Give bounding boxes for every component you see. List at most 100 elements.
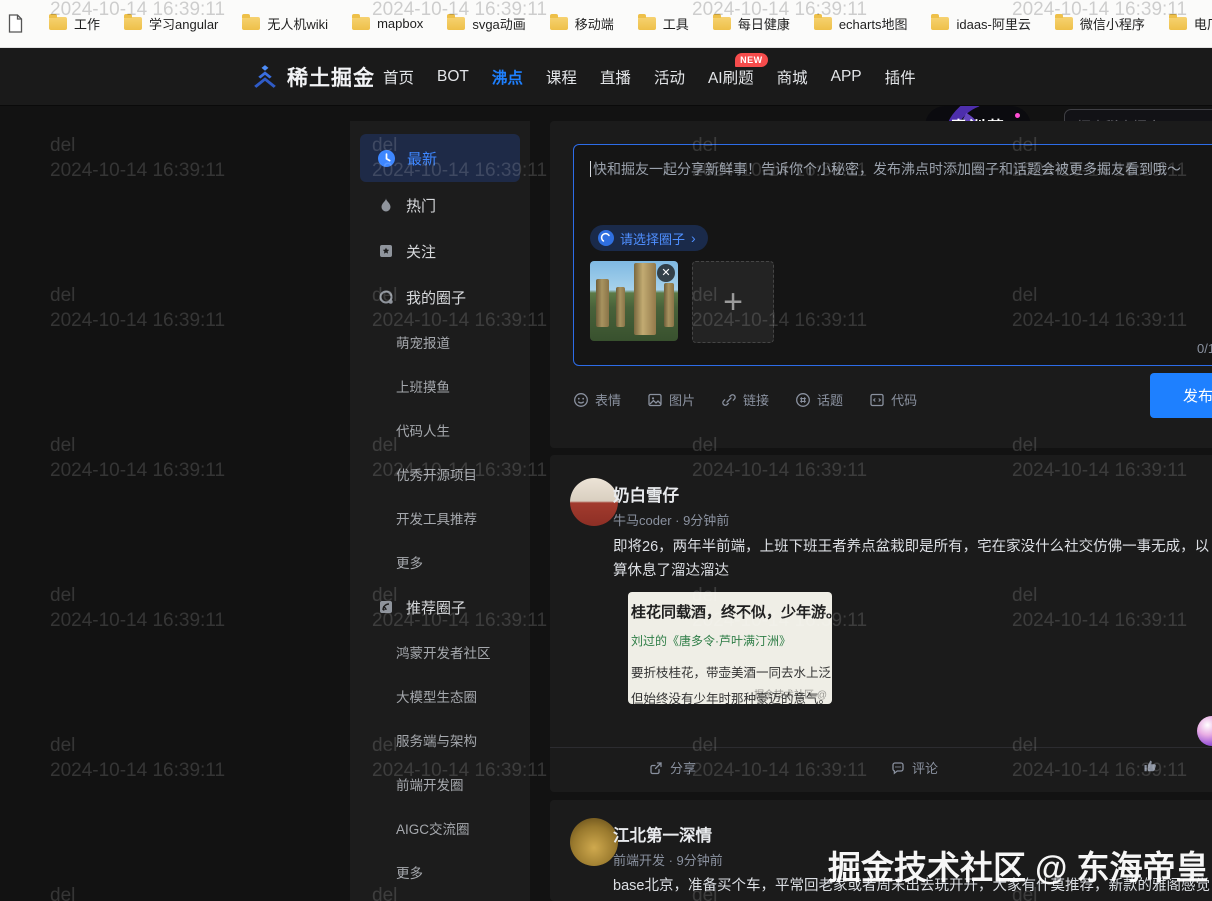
remove-image-button[interactable]: ✕ [657, 264, 675, 282]
sidebar-circle-aigc[interactable]: AIGC交流圈 [350, 806, 530, 850]
thumbs-up-icon [1142, 758, 1158, 774]
logo-text: 稀土掘金 [287, 62, 375, 92]
bookmark-item[interactable]: idaas-阿里云 [931, 14, 1030, 33]
sidebar-item-following[interactable]: 关注 [350, 228, 530, 274]
bookmark-label: 每日健康 [738, 14, 790, 33]
emoji-tool-button[interactable]: 表情 [573, 390, 621, 409]
juejin-logo[interactable]: 稀土掘金 [252, 48, 375, 105]
sidebar-more-recommend[interactable]: 更多 [350, 850, 530, 894]
nav-item-plugin[interactable]: 插件 [885, 66, 916, 88]
folder-icon [352, 17, 370, 30]
sidebar-item-my-circles[interactable]: 我的圈子 [350, 274, 530, 320]
sidebar-circle-pets[interactable]: 萌宠报道 [350, 320, 530, 364]
quote-source-link: 刘过的《唐多令·芦叶满汀洲》 [631, 632, 822, 649]
sidebar-item-recommend-circles[interactable]: 推荐圈子 [350, 584, 530, 630]
nav-item-home[interactable]: 首页 [383, 66, 414, 88]
sidebar-circle-backend[interactable]: 服务端与架构 [350, 718, 530, 762]
editor-toolbar: 表情 图片 链接 话题 代码 [573, 390, 917, 409]
post-meta: 牛马coder · 9分钟前 [613, 510, 729, 529]
bookmark-item[interactable]: 移动端 [550, 14, 614, 33]
bookmark-item[interactable]: mapbox [352, 16, 423, 31]
sidebar-circle-devtools[interactable]: 开发工具推荐 [350, 496, 530, 540]
image-tool-button[interactable]: 图片 [647, 390, 695, 409]
quote-image-card[interactable]: 桂花同载酒，终不似，少年游。 刘过的《唐多令·芦叶满汀洲》 要折枝桂花，带壶美酒… [628, 592, 832, 704]
flame-icon [378, 197, 394, 213]
bookmark-item[interactable]: 工具 [638, 14, 689, 33]
browser-bookmarks-bar: 工作 学习angular 无人机wiki mapbox svga动画 移动端 工… [0, 0, 1212, 48]
bookmark-item[interactable]: 电厂吉林 [1169, 14, 1212, 33]
bookmark-item[interactable]: 微信小程序 [1055, 14, 1145, 33]
nav-item-activity[interactable]: 活动 [654, 66, 685, 88]
nav-item-app[interactable]: APP [831, 68, 862, 86]
sidebar-circle-opensource[interactable]: 优秀开源项目 [350, 452, 530, 496]
nav-item-pins-active[interactable]: 沸点 [492, 66, 523, 88]
bookmark-label: 工具 [663, 14, 689, 33]
bookmark-item[interactable]: svga动画 [447, 14, 525, 33]
comment-button[interactable]: 评论 [890, 758, 938, 777]
avatar[interactable] [570, 818, 618, 866]
thumbnail-art [596, 279, 609, 327]
nav-menu: 首页 BOT 沸点 课程 直播 活动 AI刷题NEW 商城 APP 插件 [383, 48, 916, 105]
tool-label: 链接 [743, 390, 769, 409]
quote-title: 桂花同载酒，终不似，少年游。 [631, 601, 822, 622]
bookmark-label: 微信小程序 [1080, 14, 1145, 33]
sidebar-circle-frontend[interactable]: 前端开发圈 [350, 762, 530, 806]
post-author[interactable]: 奶白雪仔 [613, 482, 679, 506]
folder-icon [638, 17, 656, 30]
post-meta: 前端开发 · 9分钟前 [613, 850, 723, 869]
code-tool-button[interactable]: 代码 [869, 390, 917, 409]
page-icon[interactable] [8, 14, 23, 33]
topic-tool-button[interactable]: 话题 [795, 390, 843, 409]
divider [550, 747, 1212, 748]
sidebar-label: 推荐圈子 [406, 597, 466, 618]
code-icon [869, 392, 885, 408]
attached-image-thumbnail[interactable]: ✕ [590, 261, 678, 341]
bookmark-item[interactable]: 每日健康 [713, 14, 790, 33]
pin-editor-input[interactable]: 快和掘友一起分享新鲜事！告诉你个小秘密，发布沸点时添加圈子和话题会被更多掘友看到… [573, 144, 1212, 366]
bookmark-item[interactable]: 学习angular [124, 14, 218, 33]
avatar[interactable] [570, 478, 618, 526]
sidebar-circle-harmony[interactable]: 鸿蒙开发者社区 [350, 630, 530, 674]
nav-item-shop[interactable]: 商城 [777, 66, 808, 88]
bookmark-item[interactable]: echarts地图 [814, 14, 908, 33]
sidebar-item-latest[interactable]: 最新 [360, 134, 520, 182]
select-circle-button[interactable]: 请选择圈子 › [590, 225, 708, 251]
nav-item-bot[interactable]: BOT [437, 68, 469, 86]
thumbnail-art [616, 287, 625, 327]
bookmark-label: 电厂吉林 [1194, 14, 1212, 33]
publish-button[interactable]: 发布 [1150, 373, 1212, 418]
link-tool-button[interactable]: 链接 [721, 390, 769, 409]
like-button[interactable] [1142, 758, 1158, 774]
text-caret [590, 161, 591, 177]
sidebar-circle-code-life[interactable]: 代码人生 [350, 408, 530, 452]
nav-item-label: AI刷题 [708, 70, 754, 87]
sidebar-circle-llm[interactable]: 大模型生态圈 [350, 674, 530, 718]
new-badge: NEW [735, 53, 768, 67]
bookmark-item[interactable]: 工作 [49, 14, 100, 33]
thumbnail-art [664, 283, 674, 327]
sidebar-item-hot[interactable]: 热门 [350, 182, 530, 228]
circle-icon [378, 289, 394, 305]
folder-icon [550, 17, 568, 30]
nav-item-ai-quiz[interactable]: AI刷题NEW [708, 66, 754, 88]
action-label: 分享 [670, 758, 696, 777]
bookmark-item[interactable]: 无人机wiki [242, 14, 328, 33]
topic-icon [795, 392, 811, 408]
juejin-pins-page: 工作 学习angular 无人机wiki mapbox svga动画 移动端 工… [0, 0, 1212, 901]
char-counter: 0/1000 [1197, 341, 1212, 356]
select-circle-label: 请选择圈子 [620, 229, 685, 248]
pin-editor-card: 快和掘友一起分享新鲜事！告诉你个小秘密，发布沸点时添加圈子和话题会被更多掘友看到… [550, 121, 1212, 448]
bookmark-label: 移动端 [575, 14, 614, 33]
star-doc-icon [378, 243, 394, 259]
add-image-button[interactable]: + [692, 261, 774, 343]
action-label: 评论 [912, 758, 938, 777]
share-button[interactable]: 分享 [648, 758, 696, 777]
nav-item-course[interactable]: 课程 [546, 66, 577, 88]
sidebar-more-my-circles[interactable]: 更多 [350, 540, 530, 584]
folder-icon [49, 17, 67, 30]
del-timestamp-watermark: del2024-10-14 16:39:11 [50, 133, 225, 183]
pin-post: 奶白雪仔 牛马coder · 9分钟前 即将26，两年半前端，上班下班王者养点盆… [550, 455, 1212, 792]
post-author[interactable]: 江北第一深情 [613, 822, 712, 846]
sidebar-circle-slack[interactable]: 上班摸鱼 [350, 364, 530, 408]
nav-item-live[interactable]: 直播 [600, 66, 631, 88]
